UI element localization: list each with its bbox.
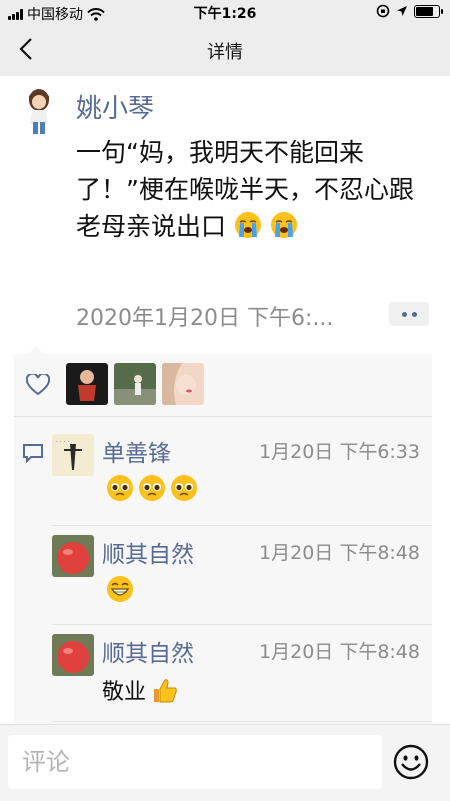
thumbs-up-icon	[154, 679, 177, 703]
comment-divider	[52, 721, 432, 722]
post-timestamp: 2020年1月20日 下午6:...	[76, 306, 334, 331]
comment-divider	[52, 525, 432, 526]
comment-content	[102, 474, 198, 502]
commenter-name[interactable]: 顺其自然	[102, 535, 194, 569]
pleading-face-icon	[107, 475, 133, 501]
heart-icon	[26, 374, 50, 396]
smiley-icon[interactable]	[392, 743, 430, 781]
comment-divider	[52, 624, 432, 625]
liker-avatar-girl[interactable]	[162, 363, 204, 405]
interaction-panel: · · · · 单善锋 1月20日 下午6:33 顺其自然 1月20日 下午8:…	[14, 346, 432, 734]
nav-bar: 详情	[0, 24, 450, 76]
svg-text:· · · ·: · · · ·	[56, 439, 69, 446]
commenter-name[interactable]: 单善锋	[102, 434, 171, 468]
comment-bubble-icon	[23, 444, 43, 463]
pleading-face-icon	[139, 475, 165, 501]
post-text: 一句“妈，我明天不能回来了！”梗在喉咙半天，不忍心跟老母亲说出口	[76, 134, 434, 245]
comment-item[interactable]: · · · · 单善锋 1月20日 下午6:33	[14, 430, 432, 530]
commenter-avatar[interactable]	[52, 634, 94, 676]
commenter-avatar[interactable]: · · · ·	[52, 434, 94, 476]
comment-time: 1月20日 下午8:48	[259, 542, 420, 564]
loudly-crying-face-icon	[234, 212, 261, 238]
comment-item[interactable]: 顺其自然 1月20日 下午8:48	[14, 531, 432, 627]
likes-row	[14, 354, 432, 414]
pleading-face-icon	[171, 475, 197, 501]
status-bar: 中国移动 下午1:26	[0, 0, 450, 24]
comment-input[interactable]	[8, 735, 382, 789]
commenter-avatar[interactable]	[52, 535, 94, 577]
author-avatar[interactable]	[20, 88, 58, 136]
liker-avatar-outdoor[interactable]	[114, 363, 156, 405]
comment-bar	[0, 724, 450, 801]
battery-icon	[414, 4, 443, 18]
comment-content: 敬业	[102, 674, 178, 706]
page-title: 详情	[207, 42, 243, 63]
comment-text: 敬业	[102, 680, 147, 705]
comment-content	[102, 575, 134, 603]
grinning-face-icon	[107, 576, 133, 602]
comment-time: 1月20日 下午6:33	[259, 441, 420, 463]
status-right	[376, 4, 443, 18]
commenter-name[interactable]: 顺其自然	[102, 634, 194, 668]
comment-time: 1月20日 下午8:48	[259, 641, 420, 663]
liker-avatar-child[interactable]	[66, 363, 108, 405]
more-dots-icon[interactable]	[389, 302, 429, 326]
comment-item[interactable]: 顺其自然 1月20日 下午8:48 敬业	[14, 630, 432, 726]
loudly-crying-face-icon	[270, 212, 297, 238]
location-icon	[397, 6, 407, 16]
likes-divider	[14, 416, 432, 417]
author-name[interactable]: 姚小琴	[76, 88, 154, 125]
orientation-lock-icon	[376, 4, 390, 18]
